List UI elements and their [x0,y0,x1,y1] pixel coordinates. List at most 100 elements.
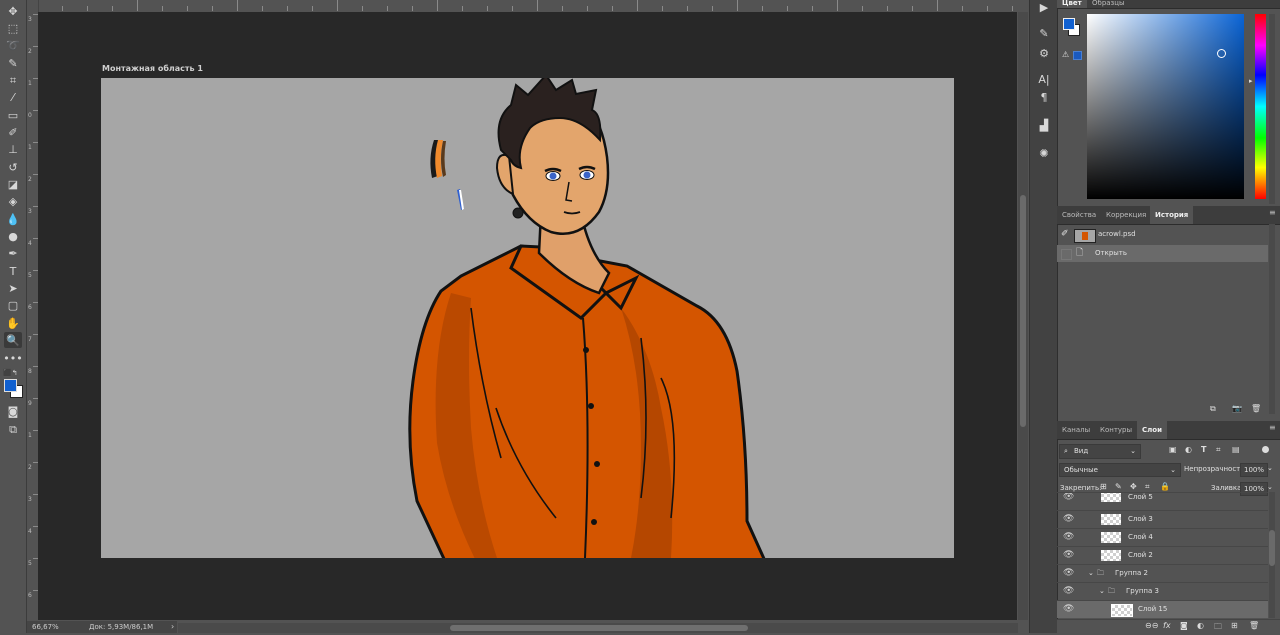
vertical-scroll-thumb[interactable] [1020,195,1026,427]
layer-row-selected[interactable]: 👁 Слой 15 [1057,600,1268,618]
eyedropper-tool-icon[interactable]: ⁄ [4,89,22,105]
add-mask-icon[interactable]: ◙ [1180,621,1188,630]
group-expand-chevron-icon[interactable]: ⌄ [1099,583,1105,600]
default-colors-icon[interactable]: ⬛↰ [3,369,18,377]
hue-slider[interactable] [1255,14,1266,199]
tab-paths[interactable]: Контуры [1095,421,1137,439]
visibility-eye-icon[interactable]: 👁 [1063,529,1074,546]
history-item[interactable]: 🗋 Открыть [1057,245,1268,262]
color-panel-fg-swatch[interactable] [1063,18,1075,30]
opacity-chevron-icon[interactable]: ⌄ [1267,464,1273,472]
type-tool-icon[interactable]: T [4,263,22,279]
color-panel-scrollbar[interactable] [1269,14,1275,204]
dodge-tool-icon[interactable]: ● [4,228,22,244]
paint-bucket-tool-icon[interactable]: ◈ [4,193,22,209]
play-icon[interactable]: ▶ [1035,0,1053,16]
layers-panel-menu-icon[interactable]: ≡ [1269,423,1276,432]
stamp-tool-icon[interactable]: ⊥ [4,141,22,157]
shape-tool-icon[interactable]: ▢ [4,297,22,313]
tab-channels[interactable]: Каналы [1057,421,1095,439]
tab-properties[interactable]: Свойства [1057,206,1101,224]
crop-tool-icon[interactable]: ⌗ [4,72,22,88]
color-picker-cursor[interactable] [1217,49,1226,58]
character-icon[interactable]: A| [1035,72,1053,88]
lock-transparent-icon[interactable]: ⊞ [1100,482,1107,491]
layer-group-row[interactable]: 👁 ⌄ 🗀 Группа 3 [1057,582,1268,600]
panel-menu-icon[interactable]: ≡ [1269,208,1276,217]
blur-tool-icon[interactable]: 💧 [4,211,22,227]
layer-group-row[interactable]: 👁 ⌄ 🗀 Группа 2 [1057,564,1268,582]
lock-artboard-icon[interactable]: ⌗ [1145,482,1150,492]
new-layer-icon[interactable]: ⊞ [1231,621,1238,630]
marquee-tool-icon[interactable]: ⬚ [4,20,22,36]
group-expand-chevron-icon[interactable]: ⌄ [1088,565,1094,582]
status-menu-chevron-icon[interactable]: › [171,622,174,631]
adjustment-layer-icon[interactable]: ◐ [1197,621,1204,630]
tab-adjustments[interactable]: Коррекция [1101,206,1151,224]
delete-state-icon[interactable]: 🗑 [1251,404,1261,413]
history-scrollbar[interactable] [1269,224,1275,414]
history-brush-source-icon[interactable]: ✐ [1061,226,1069,243]
layers-scroll-thumb[interactable] [1269,530,1275,566]
pen-tool-icon[interactable]: ✒ [4,245,22,261]
lock-all-icon[interactable]: 🔒 [1160,482,1170,491]
quick-mask-icon[interactable]: ◙ [4,403,22,419]
more-tools-icon[interactable]: ••• [3,350,22,366]
path-select-tool-icon[interactable]: ➤ [4,280,22,296]
paragraph-icon[interactable]: ¶ [1035,90,1053,106]
eraser-tool-icon[interactable]: ◪ [4,176,22,192]
brush-settings-icon[interactable]: ✎ [1035,26,1053,42]
zoom-level[interactable]: 66,67% [32,623,59,631]
opacity-input[interactable]: 100% [1240,463,1268,477]
layer-row[interactable]: 👁 Слой 3 [1057,510,1268,528]
hand-tool-icon[interactable]: ✋ [4,315,22,331]
filter-shape-icon[interactable]: ⌗ [1216,445,1221,455]
visibility-eye-icon[interactable]: 👁 [1063,547,1074,564]
tab-layers[interactable]: Слои [1137,421,1167,439]
layer-filter-select[interactable]: ⌕ Вид ⌄ [1059,444,1141,459]
filter-type-icon[interactable]: T [1201,445,1206,454]
delete-layer-icon[interactable]: 🗑 [1249,621,1259,630]
healing-brush-tool-icon[interactable]: ▭ [4,107,22,123]
lasso-tool-icon[interactable]: ➰ [4,37,22,53]
layer-row[interactable]: 👁 Слой 5 [1057,492,1268,503]
navigator-icon[interactable]: ✺ [1035,146,1053,162]
tab-swatches[interactable]: Образцы [1087,0,1130,8]
zoom-tool-icon[interactable]: 🔍 [4,332,22,348]
visibility-eye-icon[interactable]: 👁 [1063,601,1074,618]
lock-pixels-icon[interactable]: ✎ [1115,482,1122,491]
history-source-checkbox[interactable] [1061,249,1072,260]
link-layers-icon[interactable]: ⊖⊖ [1145,621,1158,630]
brush-tool-icon[interactable]: ✐ [4,124,22,140]
tab-color[interactable]: Цвет [1057,0,1087,8]
filter-smart-object-icon[interactable]: ▤ [1232,445,1240,454]
filter-pixel-icon[interactable]: ▣ [1169,445,1177,454]
quick-select-tool-icon[interactable]: ✎ [4,55,22,71]
history-brush-tool-icon[interactable]: ↺ [4,159,22,175]
new-document-from-state-icon[interactable]: ⧉ [1210,404,1216,414]
fill-chevron-icon[interactable]: ⌄ [1267,483,1273,491]
layer-row[interactable]: 👁 Слой 2 [1057,546,1268,564]
lock-position-icon[interactable]: ✥ [1130,482,1137,491]
snapshot-camera-icon[interactable]: 📷 [1232,404,1242,413]
history-snapshot[interactable]: ✐ acrowl.psd [1057,226,1268,243]
hue-slider-handle-icon[interactable]: ▸ [1249,77,1253,85]
histogram-icon[interactable]: ▟ [1035,118,1053,134]
adjustments-icon[interactable]: ⚙ [1035,46,1053,62]
artboard[interactable] [101,78,954,558]
screen-mode-icon[interactable]: ⧉ [4,421,22,437]
layer-row[interactable]: 👁 Слой 4 [1057,528,1268,546]
foreground-color-swatch[interactable] [4,379,17,392]
visibility-eye-icon[interactable]: 👁 [1063,565,1074,582]
blend-mode-select[interactable]: Обычные ⌄ [1059,463,1181,477]
filter-toggle[interactable] [1262,446,1269,453]
horizontal-scroll-thumb[interactable] [450,625,748,631]
visibility-eye-icon[interactable]: 👁 [1063,511,1074,528]
visibility-eye-icon[interactable]: 👁 [1063,583,1074,600]
layer-style-fx-icon[interactable]: fx [1163,621,1171,630]
filter-adjustment-icon[interactable]: ◐ [1185,445,1192,454]
tab-history[interactable]: История [1150,206,1194,224]
visibility-eye-icon[interactable]: 👁 [1063,493,1074,503]
color-picker-field[interactable] [1087,14,1244,199]
move-tool-icon[interactable]: ✥ [4,3,22,19]
